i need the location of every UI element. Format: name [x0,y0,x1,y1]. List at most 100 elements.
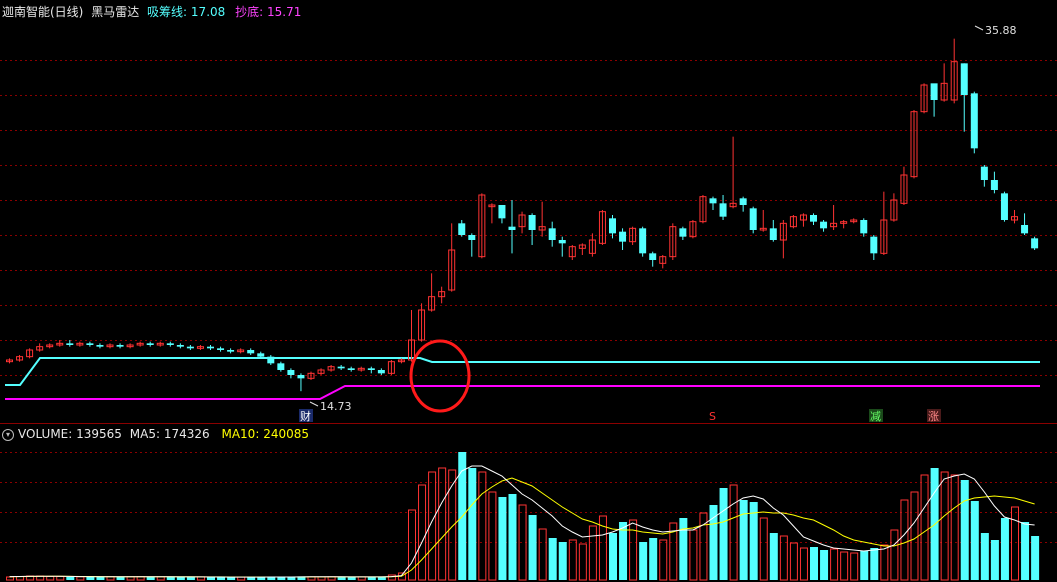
volume-bar-down [820,550,829,580]
volume-bar-up [578,543,587,581]
candle-body-down [970,93,978,149]
candle-body-down [367,368,375,370]
volume-bar-up [830,548,839,581]
volume-bar-up [629,519,638,581]
candle-body-down [649,253,657,260]
candle-body-down [810,215,817,222]
candle-body-down [1000,193,1008,220]
volume-bar-down [146,577,155,580]
volume-bar-up [76,576,85,581]
volume-bar-up [659,539,668,581]
candle-body-down [548,228,556,240]
candle-body-down [468,235,476,240]
candle-body-down [860,220,868,234]
volume-bar-down [990,540,999,580]
volume-bar-down [1021,522,1030,580]
low-price-label: 14.73 [320,400,352,413]
candle-body-down [116,345,124,347]
ma5-label-text: MA5: [129,427,161,441]
candle-body-down [980,166,988,180]
volume-bar-up [6,576,14,581]
candle-body-down [186,346,194,349]
candle-body-down [96,345,104,347]
candle-body-down [528,215,536,230]
ma5-label: MA5: 174326 [130,427,210,441]
volume-bar-up [840,551,849,581]
candle-body-down [146,343,154,345]
bottom-label-text: 抄底: [235,5,264,19]
candle-body-down [86,343,94,345]
volume-bar-up [438,467,447,581]
volume-bar-down [810,547,818,580]
price-panel-header: 迦南智能(日线) 黑马雷达 吸筹线: 17.08 抄底: 15.71 [2,5,305,19]
panel-settings-icon[interactable]: ▾ [2,428,14,441]
volume-bar-up [890,529,899,581]
volume-bar-down [1031,536,1040,580]
high-price-label: 35.88 [985,24,1017,37]
ma10-label-text: MA10: [221,427,260,441]
volume-bar-down [528,515,537,580]
volume-bar-up [910,491,919,581]
volume-bar-down [1000,518,1009,580]
jian-marker[interactable]: 减 [870,410,881,423]
volume-value: 139565 [76,427,122,441]
volume-bar-up [689,529,698,581]
candle-body-down [217,348,225,350]
volume-bar-up [538,528,547,581]
candle-body-down [769,228,777,240]
stock-name[interactable]: 迦南智能(日线) [2,5,83,19]
volume-bar-up [588,525,597,581]
high-price-pointer [974,25,984,31]
candle-body-down [749,208,757,230]
volume-bar-up [1011,506,1019,581]
volume-bar-down [739,500,748,580]
candlesticks[interactable] [6,38,1039,392]
volume-bar-down [619,522,628,580]
volume-bar-down [558,542,567,580]
indicator-name[interactable]: 黑马雷达 [91,5,139,19]
volume-bar-down [498,497,507,580]
volume-bar-down [508,494,517,580]
candle-body-down [498,205,506,219]
volume-bar-up [317,576,326,581]
volume-bar-down [66,577,75,580]
volume-bar-up [920,474,929,581]
candle-body-down [739,198,747,205]
bottom-line [5,385,1040,400]
candle-body-down [347,368,355,370]
low-price-pointer [309,401,319,407]
volume-bar-up [759,517,768,581]
volume-label-text: VOLUME: [18,427,73,441]
candle-body-down [66,343,74,345]
volume-bar-down [96,577,105,580]
s-marker[interactable]: S [709,410,716,423]
volume-bars[interactable] [6,452,1040,581]
volume-bar-up [799,547,808,581]
absorb-label-text: 吸筹线: [147,5,188,19]
volume-bar-up [568,539,577,581]
volume-bar-down [639,542,648,580]
zhang-marker[interactable]: 涨 [928,410,939,423]
candle-body-down [609,218,616,234]
candle-body-down [337,366,345,369]
volume-bar-down [970,501,979,580]
candle-body-down [719,203,727,217]
kline-chart[interactable]: 35.88 14.73 财 S 减 涨 [0,0,1057,582]
candle-body-down [277,363,285,370]
volume-bar-down [247,577,256,580]
volume-bar-down [186,577,195,580]
cai-marker[interactable]: 财 [300,409,311,423]
volume-bar-up [56,576,65,581]
volume-bar-down [860,551,869,580]
candle-body-down [287,370,295,375]
volume-bar-up [880,544,889,581]
volume-bar-up [478,471,487,581]
volume-bar-up [729,484,738,581]
volume-bar-down [548,538,557,580]
volume-bar-down [347,577,356,580]
volume-bar-down [176,577,185,580]
candle-body-down [247,350,255,354]
volume-bar-down [719,488,728,580]
volume-bar-up [418,484,427,581]
candle-body-down [619,231,627,242]
